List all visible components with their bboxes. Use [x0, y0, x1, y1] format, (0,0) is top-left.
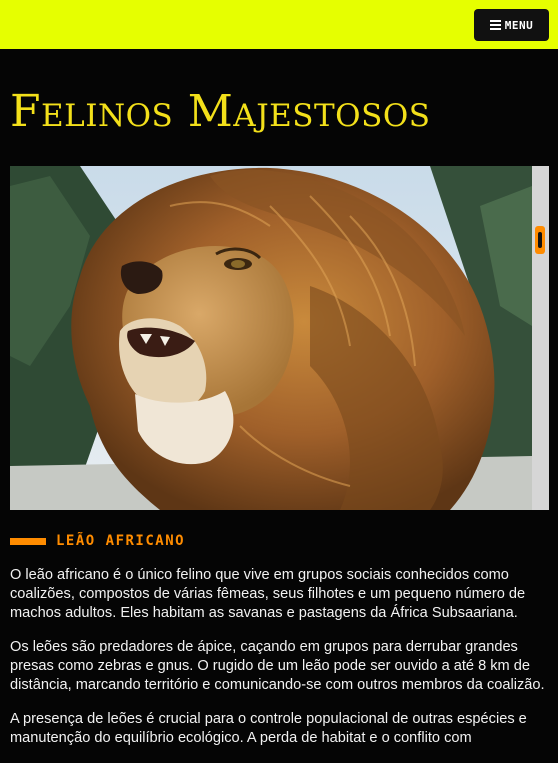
section-label: LEÃO AFRICANO: [56, 533, 186, 549]
scrollbar-thumb[interactable]: [535, 226, 545, 254]
section-accent-bar: [10, 537, 46, 545]
section-heading: LEÃO AFRICANO: [10, 533, 185, 549]
paragraph: A presença de leões é crucial para o con…: [10, 711, 527, 746]
article-body: O leão africano é o único felino que viv…: [10, 566, 550, 763]
menu-button[interactable]: MENU: [474, 9, 549, 41]
page-title: Felinos Majestosos: [10, 86, 431, 137]
hero-image: [10, 166, 532, 510]
paragraph: O leão africano é o único felino que viv…: [10, 567, 526, 621]
hamburger-icon: [489, 20, 501, 30]
image-scrollbar[interactable]: [532, 166, 549, 510]
paragraph: Os leões são predadores de ápice, caçand…: [10, 639, 545, 693]
lion-illustration: [10, 166, 532, 510]
top-bar: MENU: [0, 0, 558, 49]
menu-button-label: MENU: [504, 18, 534, 32]
